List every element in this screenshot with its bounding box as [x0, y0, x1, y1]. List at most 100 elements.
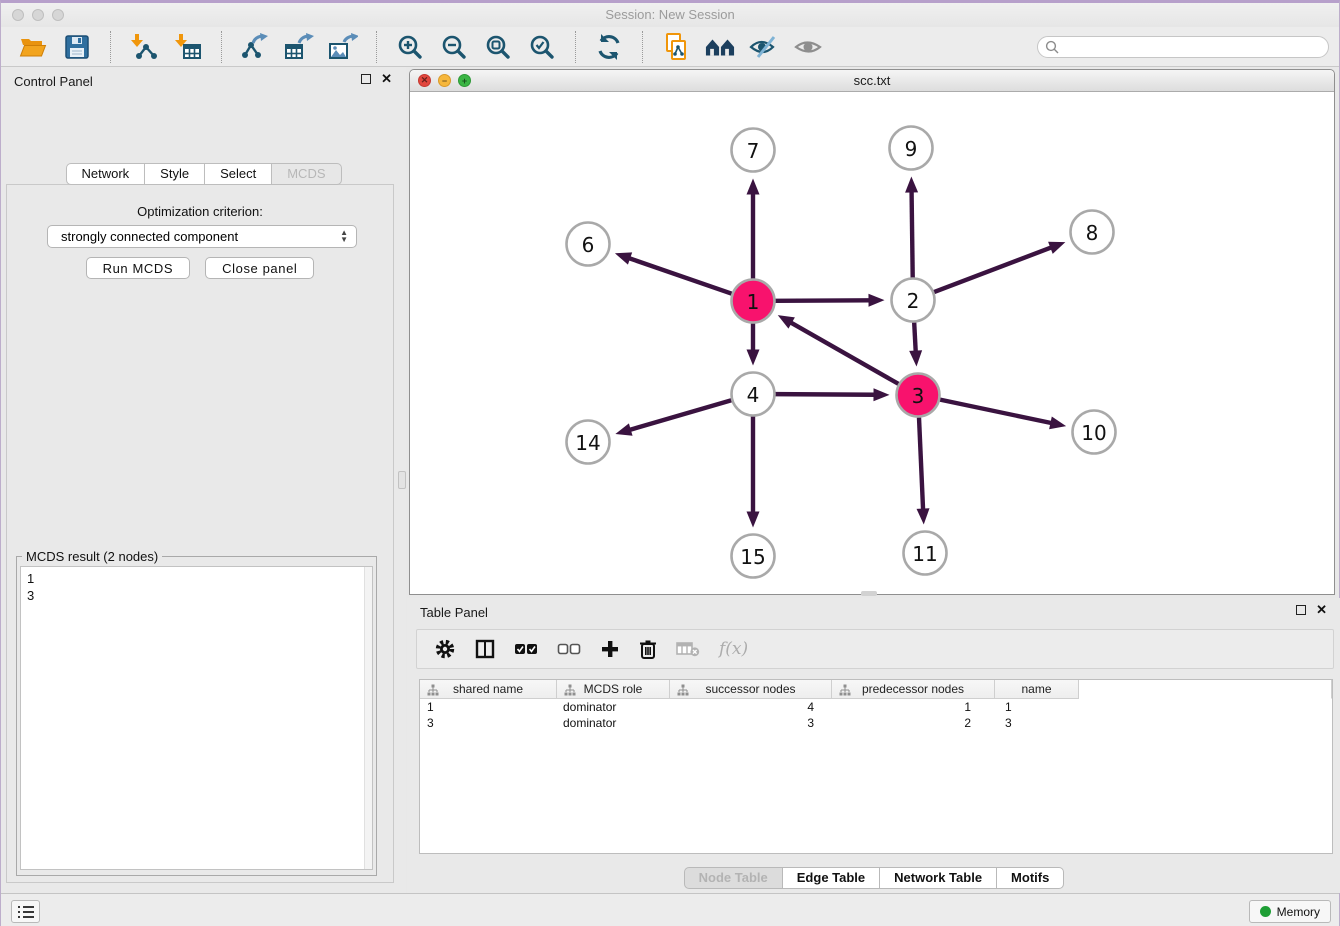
graph-edge-arrowhead	[873, 388, 889, 401]
deselect-all-icon[interactable]	[557, 642, 581, 656]
delete-row-icon[interactable]	[639, 639, 657, 660]
optimization-criterion-label: Optimization criterion:	[7, 204, 393, 219]
export-table-icon[interactable]	[284, 32, 314, 62]
float-table-panel-icon[interactable]	[1296, 605, 1306, 615]
zoom-selected-icon[interactable]	[527, 32, 557, 62]
graph-edge-2-8[interactable]	[934, 247, 1052, 292]
graph-edge-arrowhead	[615, 423, 632, 435]
network-canvas[interactable]: 7968124314101511	[411, 92, 1333, 593]
search-input[interactable]	[1037, 36, 1329, 58]
toolbar-separator	[376, 31, 377, 63]
memory-button[interactable]: Memory	[1249, 900, 1331, 923]
graph-edge-2-3[interactable]	[914, 322, 916, 352]
table-options-icon[interactable]	[434, 638, 456, 660]
control-panel: Control Panel ✕ NetworkStyleSelectMCDS O…	[1, 67, 406, 893]
open-folder-icon[interactable]	[18, 32, 48, 62]
tab-mcds[interactable]: MCDS	[271, 163, 341, 185]
list-icon	[17, 904, 35, 920]
column-header-shared-name[interactable]: shared name	[420, 680, 557, 699]
zoom-fit-icon[interactable]	[483, 32, 513, 62]
table-cell[interactable]: 1	[420, 699, 557, 715]
refresh-icon[interactable]	[594, 32, 624, 62]
graph-edge-arrowhead	[917, 508, 930, 524]
export-image-icon[interactable]	[328, 32, 358, 62]
control-panel-header: Control Panel ✕	[1, 67, 406, 95]
graph-node-label-10: 10	[1081, 421, 1106, 445]
splitter-grip-left[interactable]	[398, 471, 406, 489]
graph-edge-1-2[interactable]	[775, 300, 870, 301]
mcds-result-scrollbar[interactable]	[364, 567, 372, 869]
zoom-out-icon[interactable]	[439, 32, 469, 62]
graph-edge-4-3[interactable]	[775, 394, 875, 395]
close-table-panel-icon[interactable]: ✕	[1316, 605, 1327, 615]
mcds-result-title: MCDS result (2 nodes)	[22, 549, 162, 564]
table-panel: Table Panel ✕ f(x) shared	[407, 598, 1340, 893]
graph-node-label-7: 7	[747, 139, 760, 163]
tab-motifs[interactable]: Motifs	[996, 867, 1064, 889]
import-table-icon[interactable]	[173, 32, 203, 62]
run-mcds-button[interactable]: Run MCDS	[86, 257, 191, 279]
table-row[interactable]: 3dominator323	[420, 715, 1332, 731]
network-window-titlebar[interactable]: ✕ − + scc.txt	[410, 70, 1334, 92]
column-header-successor-nodes[interactable]: successor nodes	[670, 680, 832, 699]
table-cell[interactable]: 3	[670, 715, 832, 731]
close-panel-button[interactable]: Close panel	[205, 257, 314, 279]
show-column-icon[interactable]	[475, 639, 495, 659]
graph-node-label-11: 11	[912, 542, 937, 566]
table-cell[interactable]: dominator	[557, 699, 670, 715]
column-header-predecessor-nodes[interactable]: predecessor nodes	[832, 680, 995, 699]
graph-edge-2-9[interactable]	[912, 190, 913, 277]
clone-network-icon[interactable]	[661, 32, 691, 62]
graph-edge-arrowhead	[747, 512, 760, 528]
import-network-icon[interactable]	[129, 32, 159, 62]
table-cell[interactable]: 3	[420, 715, 557, 731]
show-all-icon[interactable]	[793, 32, 823, 62]
graph-edge-1-6[interactable]	[628, 258, 732, 294]
export-network-icon[interactable]	[240, 32, 270, 62]
tab-node-table[interactable]: Node Table	[684, 867, 783, 889]
column-header-mcds-role[interactable]: MCDS role	[557, 680, 670, 699]
graph-node-label-15: 15	[740, 545, 765, 569]
table-cell[interactable]: 1	[995, 699, 1079, 715]
toolbar-separator	[642, 31, 643, 63]
table-cell[interactable]: 4	[670, 699, 832, 715]
table-row[interactable]: 1dominator411	[420, 699, 1332, 715]
save-session-icon[interactable]	[62, 32, 92, 62]
tab-style[interactable]: Style	[144, 163, 205, 185]
select-all-icon[interactable]	[514, 642, 538, 656]
graph-edge-3-11[interactable]	[919, 417, 923, 510]
hide-selected-icon[interactable]	[749, 32, 779, 62]
network-window-title: scc.txt	[410, 73, 1334, 88]
tab-select[interactable]: Select	[204, 163, 272, 185]
mcds-result-fieldset: MCDS result (2 nodes) 13	[16, 556, 377, 876]
tab-edge-table[interactable]: Edge Table	[782, 867, 880, 889]
delete-table-icon[interactable]	[676, 641, 700, 657]
criterion-select[interactable]: strongly connected component ▲▼	[47, 225, 357, 248]
table-cell[interactable]: 2	[832, 715, 995, 731]
toolbar-separator	[221, 31, 222, 63]
float-panel-icon[interactable]	[361, 74, 371, 84]
graph-edge-arrowhead	[1049, 416, 1066, 429]
first-neighbors-icon[interactable]	[705, 32, 735, 62]
graph-edge-4-14[interactable]	[629, 400, 732, 430]
table-cell[interactable]: 1	[832, 699, 995, 715]
mcds-panel: Optimization criterion: strongly connect…	[6, 184, 394, 883]
tab-network[interactable]: Network	[65, 163, 145, 185]
status-bar: Memory	[1, 893, 1339, 926]
node-table-body: 1dominator4113dominator323	[420, 699, 1332, 731]
graph-edge-3-1[interactable]	[790, 322, 899, 384]
table-cell[interactable]: 3	[995, 715, 1079, 731]
add-row-icon[interactable]	[600, 639, 620, 659]
close-panel-icon[interactable]: ✕	[381, 74, 392, 84]
table-cell[interactable]: dominator	[557, 715, 670, 731]
zoom-in-icon[interactable]	[395, 32, 425, 62]
mcds-result-box[interactable]: 13	[20, 566, 373, 870]
splitter-grip-bottom[interactable]	[861, 591, 877, 596]
tab-network-table[interactable]: Network Table	[879, 867, 997, 889]
control-panel-tabs: NetworkStyleSelectMCDS	[65, 163, 341, 185]
task-history-button[interactable]	[11, 900, 40, 923]
graph-edge-3-10[interactable]	[940, 400, 1052, 424]
column-header-name[interactable]: name	[995, 680, 1079, 699]
mcds-result-lines: 13	[21, 567, 372, 607]
graph-node-label-2: 2	[907, 289, 920, 313]
